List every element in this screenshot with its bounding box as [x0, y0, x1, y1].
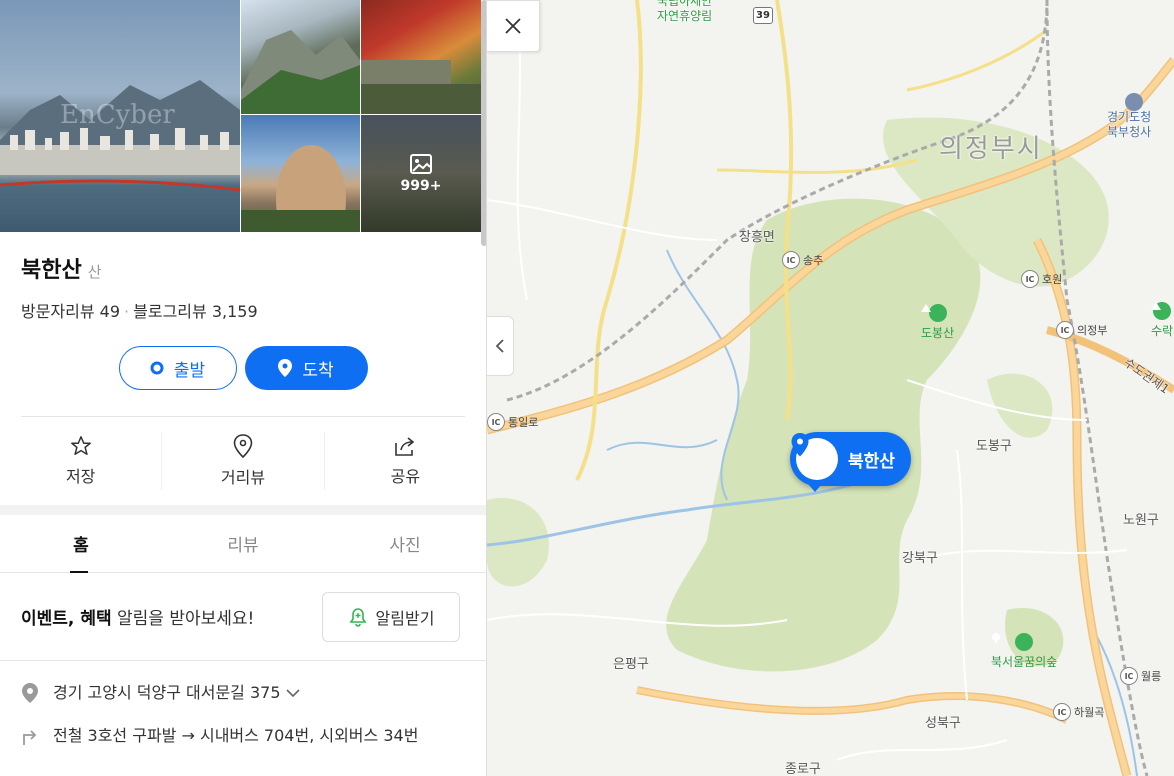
park-suraksan[interactable]: 수락 [1151, 302, 1173, 339]
park-bukseoul[interactable]: 북서울꿈의숲 [991, 633, 1057, 670]
map-label-dobonggu: 도봉구 [976, 439, 1012, 454]
address-row[interactable]: 경기 고양시 덕양구 대서문길 375 [21, 681, 465, 710]
park-bukseoul-label: 북서울꿈의숲 [991, 655, 1058, 669]
map-view[interactable]: 의정부시 장흥면 도봉구 강북구 은평구 성북구 종로구 노원구 국립아세안 자… [487, 0, 1174, 776]
map-label-eunpyeonggu: 은평구 [613, 657, 649, 672]
map-label-gyeonggi: 경기도청 북부청사 [1107, 110, 1152, 139]
park-icon [992, 633, 1034, 651]
bell-plus-icon [349, 607, 367, 627]
location-icon [22, 683, 38, 703]
photo-3[interactable] [361, 0, 481, 114]
ic-songchu-label: 송추 [803, 254, 824, 267]
photo-2[interactable] [241, 0, 360, 114]
tab-bar: 홈 리뷰 사진 [0, 515, 486, 573]
interchange-icon: IC [782, 251, 800, 269]
notify-button[interactable]: 알림받기 [322, 591, 460, 642]
place-title: 북한산 [21, 258, 82, 283]
government-building-icon [1125, 93, 1143, 111]
streetview-button[interactable]: 거리뷰 [162, 432, 325, 490]
route-shield: 39 [753, 7, 773, 24]
photo-main[interactable]: EnCyber [0, 0, 240, 232]
interchange-icon: IC [1053, 703, 1071, 721]
marker-label: 북한산 [848, 451, 895, 472]
alert-rest: 알림을 받아보세요! [111, 609, 255, 629]
blog-reviews-link[interactable]: 블로그리뷰 3,159 [133, 302, 258, 321]
map-label-uijeongbu: 의정부시 [939, 134, 1043, 164]
place-marker[interactable]: 북한산 [790, 432, 911, 492]
map-label-nowongu: 노원구 [1123, 513, 1159, 528]
section-gap [0, 505, 486, 515]
ic-hawolgok[interactable]: IC 하월곡 [1053, 703, 1104, 721]
close-icon [505, 18, 521, 34]
place-panel: EnCyber 999+ 북한산 산 방문자리뷰 49 · 블로그리뷰 3,15… [0, 0, 487, 776]
save-label: 저장 [65, 467, 96, 486]
save-button[interactable]: 저장 [0, 432, 163, 490]
tab-photo[interactable]: 사진 [324, 515, 486, 572]
address-text: 경기 고양시 덕양구 대서문길 375 [53, 683, 281, 702]
interchange-icon: IC [487, 413, 505, 431]
ic-hawolgok-label: 하월곡 [1074, 706, 1105, 719]
start-label: 출발 [173, 360, 206, 381]
notify-label: 알림받기 [375, 608, 435, 628]
tab-home[interactable]: 홈 [0, 515, 162, 573]
map-pin-icon [233, 434, 253, 458]
share-label: 공유 [390, 467, 421, 486]
place-category: 산 [87, 263, 102, 281]
interchange-icon: IC [1021, 270, 1039, 288]
share-icon [395, 437, 415, 456]
ic-howon[interactable]: IC 호원 [1021, 270, 1062, 288]
star-icon [70, 436, 91, 455]
collapse-panel-button[interactable] [487, 316, 514, 376]
ic-songchu[interactable]: IC 송추 [782, 251, 823, 269]
park-suraksan-label: 수락 [1151, 324, 1174, 338]
map-label-jangheung: 장흥면 [739, 230, 775, 245]
photo-4[interactable] [241, 115, 360, 232]
mountain-icon [1151, 302, 1172, 320]
streetview-label: 거리뷰 [220, 468, 266, 487]
photo-more[interactable]: 999+ [361, 115, 481, 232]
photo-watermark: EnCyber [60, 100, 175, 130]
start-dot-icon [150, 361, 164, 375]
alert-sep: , [67, 609, 81, 629]
photo-count: 999+ [400, 177, 442, 194]
interchange-icon: IC [1056, 321, 1074, 339]
map-label-gangbukgu: 강북구 [902, 551, 938, 566]
tab-review[interactable]: 리뷰 [162, 515, 324, 572]
map-canvas [487, 0, 1174, 776]
ic-wolleung-label: 월릉 [1141, 670, 1162, 683]
direction-arrow-icon [23, 730, 37, 745]
chevron-left-icon [495, 339, 504, 353]
arrive-button[interactable]: 도착 [244, 346, 368, 390]
interchange-icon: IC [1120, 667, 1138, 685]
park-dobongsan[interactable]: 도봉산 [921, 304, 954, 341]
ic-uijeongbu-label: 의정부 [1077, 324, 1108, 337]
arrive-label: 도착 [302, 360, 334, 381]
chevron-down-icon[interactable] [286, 688, 300, 698]
start-button[interactable]: 출발 [118, 346, 237, 390]
close-button[interactable] [487, 0, 540, 52]
ic-tongilro[interactable]: IC 통일로 [487, 413, 538, 431]
share-button[interactable]: 공유 [325, 432, 486, 490]
transit-row: 전철 3호선 구파발 → 시내버스 704번, 시외버스 34번 [21, 724, 465, 753]
location-pin-icon [278, 359, 293, 377]
ic-wolleung[interactable]: IC 월릉 [1120, 667, 1161, 685]
mountain-icon [921, 304, 947, 322]
visitor-reviews-link[interactable]: 방문자리뷰 49 [21, 302, 120, 321]
transit-text: 전철 3호선 구파발 → 시내버스 704번, 시외버스 34번 [53, 726, 419, 745]
photo-gallery: EnCyber 999+ [0, 0, 481, 232]
alert-bold-1: 이벤트 [21, 609, 68, 629]
ic-tongilro-label: 통일로 [508, 416, 539, 429]
alert-bold-2: 혜택 [80, 609, 112, 629]
ic-howon-label: 호원 [1042, 273, 1063, 286]
notification-banner: 이벤트, 혜택 알림을 받아보세요! 알림받기 [0, 573, 486, 661]
notification-text: 이벤트, 혜택 알림을 받아보세요! [21, 604, 254, 629]
location-pin-icon [791, 433, 809, 457]
map-label-forest: 국립아세안 자연휴양림 [657, 0, 713, 23]
image-icon [410, 153, 432, 174]
ic-uijeongbu[interactable]: IC 의정부 [1056, 321, 1107, 339]
map-label-jongnogu: 종로구 [785, 762, 821, 776]
map-label-seongbukgu: 성북구 [925, 716, 961, 731]
park-dobongsan-label: 도봉산 [921, 326, 955, 340]
